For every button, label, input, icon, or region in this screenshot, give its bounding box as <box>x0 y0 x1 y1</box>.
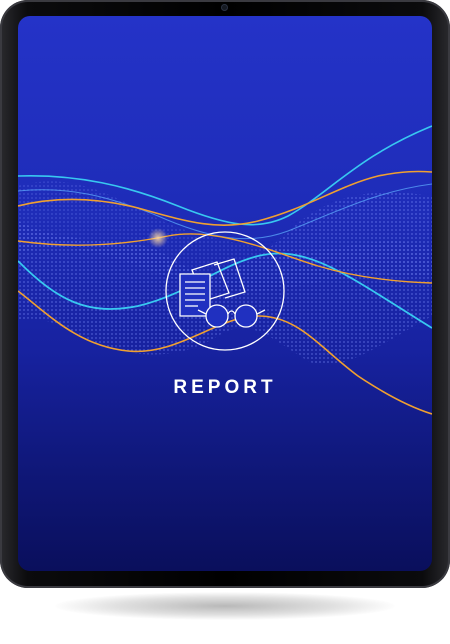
report-title: REPORT <box>173 377 277 398</box>
tablet-screen: REPORT <box>18 16 432 571</box>
front-camera <box>221 4 228 11</box>
glow-spot <box>148 228 168 248</box>
tablet-device: REPORT <box>0 0 450 588</box>
device-shadow <box>55 592 395 620</box>
wave-background <box>18 125 432 415</box>
